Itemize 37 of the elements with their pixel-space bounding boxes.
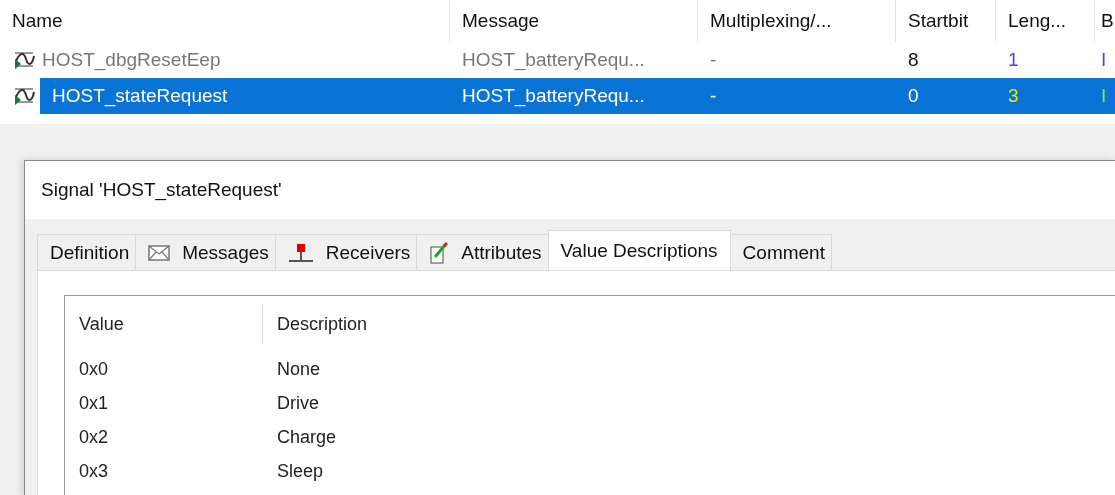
column-header[interactable]: Leng... (996, 0, 1095, 42)
table-cell-text: None (276, 358, 321, 380)
envelope-icon (148, 244, 171, 261)
column-header[interactable]: B (1095, 0, 1115, 42)
column-header[interactable]: Description (263, 304, 368, 344)
table-cell-text: 1 (1007, 48, 1020, 72)
tab[interactable]: Definition (37, 234, 137, 270)
tab[interactable]: Comment (729, 234, 832, 270)
table-cell-text: HOST_batteryRequ... (461, 84, 646, 109)
signal-icon (12, 86, 36, 106)
table-cell-text: - (709, 84, 718, 108)
column-header[interactable]: Value (65, 304, 263, 344)
table-cell-text: Drive (276, 392, 319, 414)
pin-icon (287, 242, 314, 263)
table-cell-text: Charge (276, 426, 337, 448)
table-cell-text: 0x0 (78, 358, 110, 380)
dialog-title: Signal 'HOST_stateRequest' (41, 179, 282, 201)
table-cell-text: 0 (907, 84, 920, 108)
column-header[interactable]: Name (0, 0, 450, 42)
column-header[interactable]: Message (450, 0, 698, 42)
table-cell-text: I (1100, 48, 1108, 72)
tab[interactable]: Value Descriptions (547, 230, 731, 270)
table-cell-text: 0x3 (78, 460, 110, 482)
table-cell-text: HOST_batteryRequ... (461, 48, 646, 73)
table-cell-text: 8 (907, 48, 920, 72)
table-row[interactable]: HOST_stateRequest (40, 78, 450, 114)
signal-icon (12, 50, 36, 70)
table-cell-text: - (709, 48, 718, 72)
table-cell-text: 0x2 (78, 426, 110, 448)
table-cell-text: Sleep (276, 460, 324, 482)
column-header[interactable]: Multiplexing/... (698, 0, 896, 42)
column-header[interactable]: Startbit (896, 0, 996, 42)
table-row[interactable]: HOST_dbgResetEep (40, 42, 450, 78)
table-cell-text: I (1100, 84, 1108, 108)
table-cell-text: 0x1 (78, 392, 110, 414)
pencil-icon (429, 240, 450, 265)
table-cell-text: 3 (1007, 84, 1020, 108)
